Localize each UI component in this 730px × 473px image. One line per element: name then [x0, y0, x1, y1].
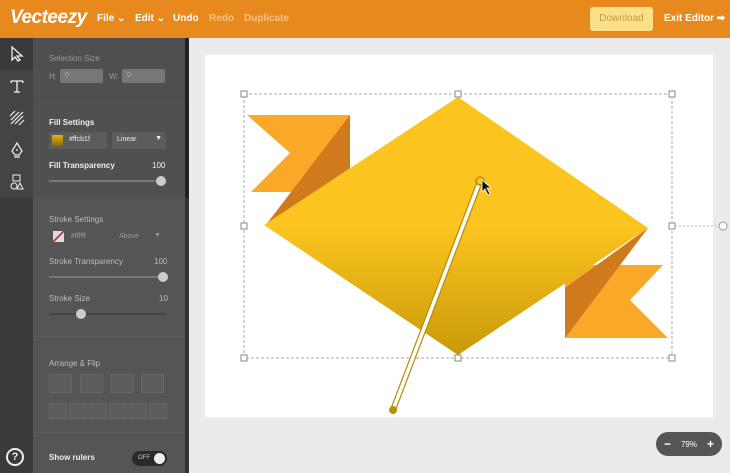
artwork-canvas[interactable]	[0, 0, 730, 473]
gradient-start-handle[interactable]	[389, 406, 397, 414]
zoom-control: − 79% +	[656, 432, 722, 456]
zoom-in-button[interactable]: +	[707, 437, 714, 451]
zoom-out-button[interactable]: −	[664, 437, 671, 451]
zoom-level: 79%	[680, 439, 697, 449]
rotate-handle-icon[interactable]	[718, 221, 728, 231]
